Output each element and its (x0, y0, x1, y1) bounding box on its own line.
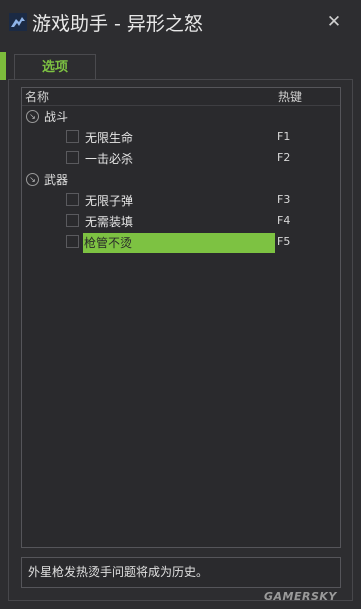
hotkey-label: F2 (277, 151, 291, 164)
collapse-icon[interactable]: ↘ (26, 173, 39, 186)
cheat-checkbox[interactable] (66, 214, 79, 227)
hotkey-label: F1 (277, 130, 291, 143)
tab-options[interactable]: 选项 (14, 54, 96, 80)
cheat-label[interactable]: 无限子弹 (84, 192, 276, 210)
collapse-icon[interactable]: ↘ (26, 110, 39, 123)
group-row-combat[interactable]: ↘ 战斗 (22, 107, 340, 127)
active-accent-bar (0, 52, 6, 80)
title-bar: 游戏助手 - 异形之怒 ✕ (0, 0, 361, 46)
cheat-label-selected[interactable]: 枪管不烫 (83, 233, 275, 253)
column-header-name: 名称 (25, 90, 50, 104)
cheat-list: 名称 热键 ↘ 战斗 无限生命 F1 一击必杀 F2 ↘ 武器 无限子弹 F3 … (21, 87, 341, 548)
hotkey-label: F3 (277, 193, 291, 206)
group-label: 武器 (44, 173, 69, 187)
close-button[interactable]: ✕ (322, 10, 346, 34)
hotkey-label: F4 (277, 214, 291, 227)
list-item[interactable]: 一击必杀 F2 (22, 149, 340, 169)
list-item-selected[interactable]: 枪管不烫 F5 (22, 233, 340, 253)
column-header-hotkey: 热键 (278, 90, 303, 104)
list-item[interactable]: 无需装填 F4 (22, 212, 340, 232)
list-item[interactable]: 无限生命 F1 (22, 128, 340, 148)
description-bar: 外星枪发热烫手问题将成为历史。 (21, 557, 341, 588)
window-title: 游戏助手 - 异形之怒 (32, 13, 203, 35)
cheat-checkbox[interactable] (66, 130, 79, 143)
cheat-label[interactable]: 一击必杀 (84, 150, 276, 168)
cheat-checkbox[interactable] (66, 193, 79, 206)
cheat-checkbox[interactable] (66, 151, 79, 164)
watermark: GAMERSKY (264, 590, 337, 603)
group-row-weapons[interactable]: ↘ 武器 (22, 170, 340, 190)
list-item[interactable]: 无限子弹 F3 (22, 191, 340, 211)
cheat-checkbox[interactable] (66, 235, 79, 248)
cheat-label[interactable]: 无需装填 (84, 213, 276, 231)
cheat-label[interactable]: 无限生命 (84, 129, 276, 147)
list-header: 名称 热键 (22, 88, 340, 106)
hotkey-label: F5 (277, 235, 291, 248)
group-label: 战斗 (44, 110, 69, 124)
app-logo-icon (9, 13, 27, 31)
